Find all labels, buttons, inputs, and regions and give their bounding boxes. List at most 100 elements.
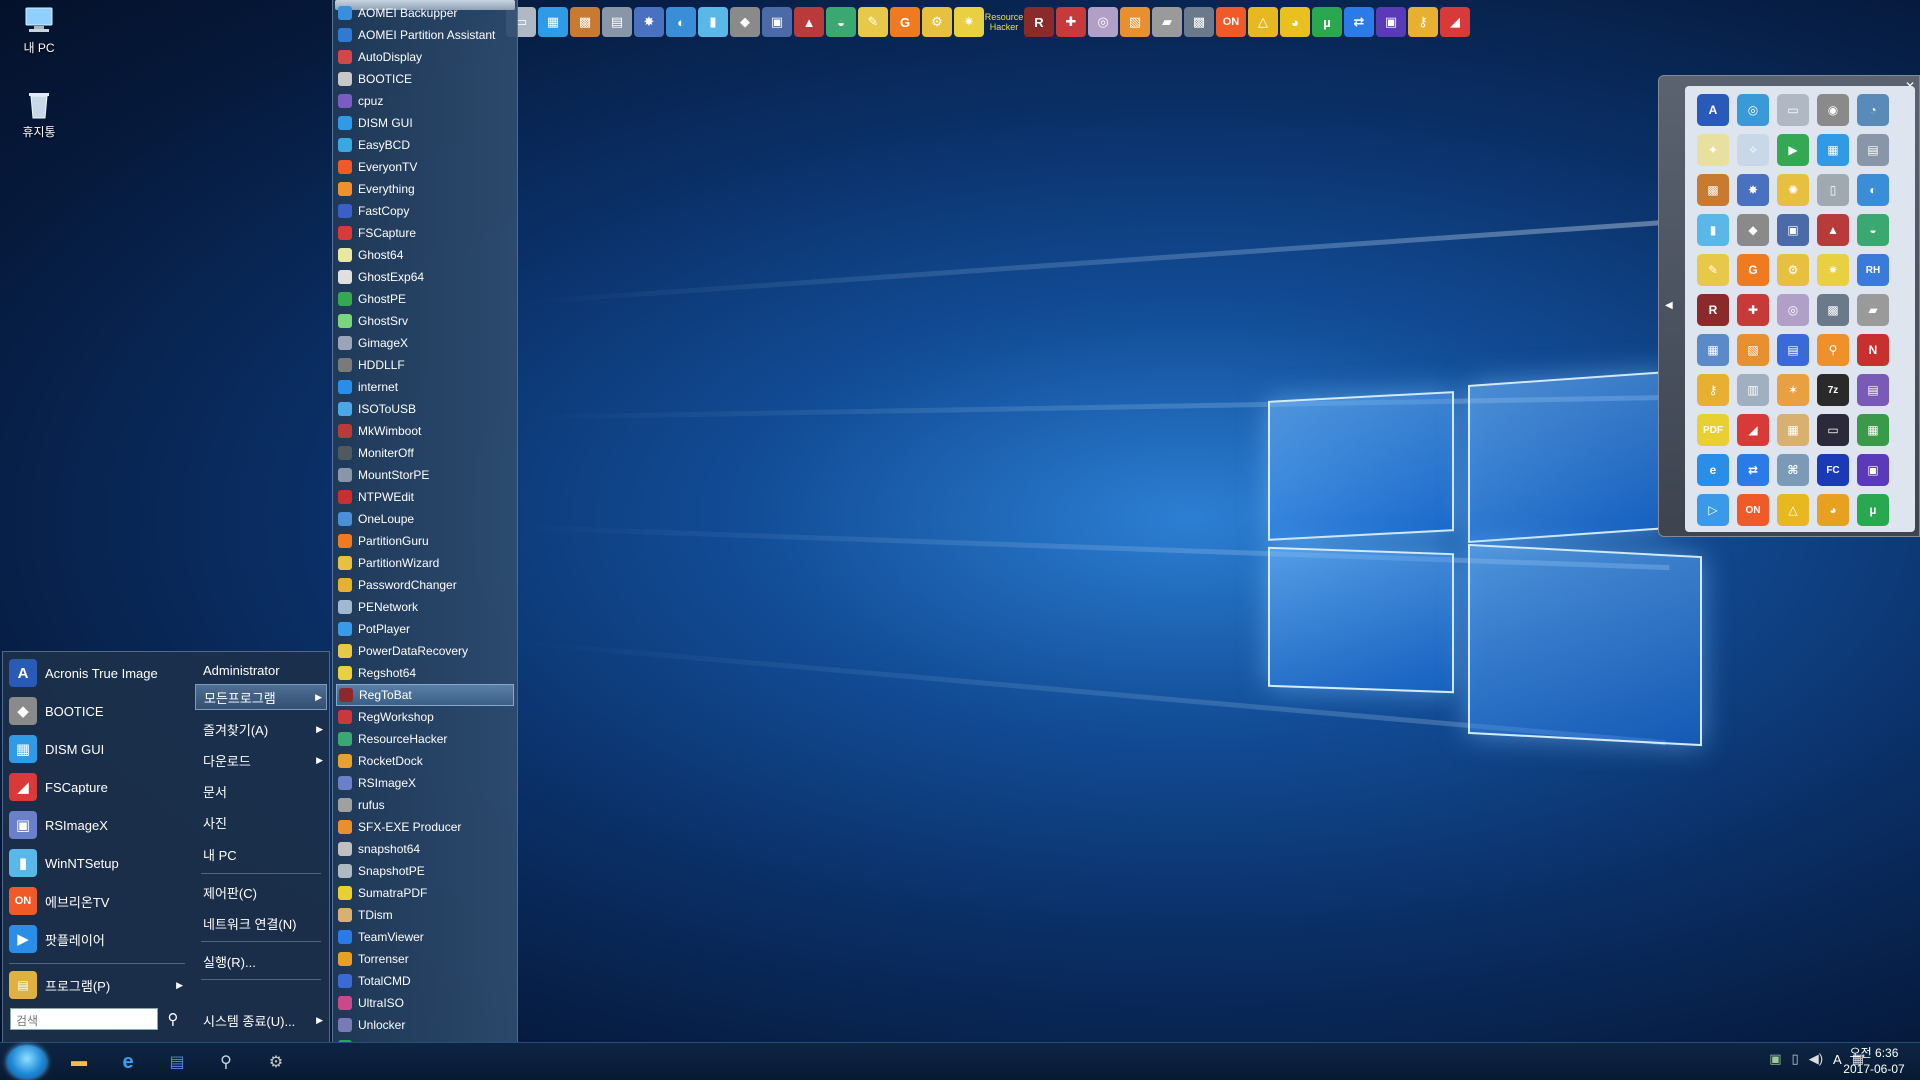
aomei-icon[interactable]: ◎: [1737, 94, 1769, 126]
program-item[interactable]: GimageX: [336, 332, 514, 354]
search-icon[interactable]: ⚲: [162, 1008, 184, 1030]
program-item[interactable]: cpuz: [336, 90, 514, 112]
program-item[interactable]: AutoDisplay: [336, 46, 514, 68]
program-item[interactable]: AOMEI Backupper: [336, 2, 514, 24]
program-item[interactable]: PowerDataRecovery: [336, 640, 514, 662]
program-item[interactable]: DISM GUI: [336, 112, 514, 134]
program-item[interactable]: PotPlayer: [336, 618, 514, 640]
program-item[interactable]: SumatraPDF: [336, 882, 514, 904]
colors-icon[interactable]: ▦: [1857, 414, 1889, 446]
teamviewer-icon[interactable]: ⇄: [1737, 454, 1769, 486]
regshot-icon[interactable]: ✷: [954, 7, 984, 37]
program-item[interactable]: snapshot64: [336, 838, 514, 860]
start-button[interactable]: [7, 1045, 47, 1079]
program-item[interactable]: PasswordChanger: [336, 574, 514, 596]
torrenser-icon[interactable]: ◕: [1280, 7, 1310, 37]
program-item[interactable]: GhostPE: [336, 288, 514, 310]
potplayer-icon[interactable]: ▷: [1697, 494, 1729, 526]
ssd-icon[interactable]: ▩: [1184, 7, 1214, 37]
phone-icon[interactable]: ▮: [1697, 214, 1729, 246]
program-item[interactable]: NTPWEdit: [336, 486, 514, 508]
books-icon[interactable]: ▤: [1857, 374, 1889, 406]
everyontv-icon[interactable]: ON: [1737, 494, 1769, 526]
volume-icon[interactable]: ◀): [1809, 1051, 1823, 1067]
program-item[interactable]: internet: [336, 376, 514, 398]
regtobat-icon[interactable]: R: [1697, 294, 1729, 326]
downloads-link[interactable]: 다운로드 ▶: [195, 747, 327, 773]
partguru-icon[interactable]: G: [1737, 254, 1769, 286]
partitionguru-icon[interactable]: G: [890, 7, 920, 37]
rufus-icon[interactable]: ▰: [1857, 294, 1889, 326]
fscapture-icon[interactable]: ◢: [1737, 414, 1769, 446]
bootice-icon[interactable]: ◆: [730, 7, 760, 37]
program-item[interactable]: RegWorkshop: [336, 706, 514, 728]
drive2-icon[interactable]: ◐: [666, 7, 696, 37]
program-item[interactable]: EasyBCD: [336, 134, 514, 156]
fscapture-icon[interactable]: ◢: [1440, 7, 1470, 37]
trash-icon[interactable]: ▥: [1737, 374, 1769, 406]
program-item[interactable]: TeamViewer: [336, 926, 514, 948]
search-icon[interactable]: ⚲: [1817, 334, 1849, 366]
box-icon[interactable]: ▩: [1697, 174, 1729, 206]
utorrent-icon[interactable]: µ: [1857, 494, 1889, 526]
network-tray-icon[interactable]: ▣: [1769, 1051, 1781, 1067]
everyontv-icon[interactable]: ON: [1216, 7, 1246, 37]
alfa-icon[interactable]: △: [1777, 494, 1809, 526]
save-icon[interactable]: ▤: [1777, 334, 1809, 366]
program-item[interactable]: PartitionGuru: [336, 530, 514, 552]
disc-icon[interactable]: ◎: [1777, 294, 1809, 326]
program-item[interactable]: TotalCMD: [336, 970, 514, 992]
program-item[interactable]: MountStorPE: [336, 464, 514, 486]
windows-icon[interactable]: ▦: [1817, 134, 1849, 166]
run-link[interactable]: 실행(R)...: [195, 948, 327, 974]
parrot-icon[interactable]: ◒: [1857, 214, 1889, 246]
internet-explorer-icon[interactable]: e: [115, 1050, 141, 1074]
program-item[interactable]: MoniterOff: [336, 442, 514, 464]
save-icon[interactable]: ▤: [164, 1050, 190, 1074]
resource-hacker-icon[interactable]: Resource Hacker: [985, 7, 1024, 37]
sfx-icon[interactable]: ▧: [1120, 7, 1150, 37]
bootice-icon[interactable]: ◆: [1737, 214, 1769, 246]
program-item[interactable]: Ghost64: [336, 244, 514, 266]
pictures-link[interactable]: 사진: [195, 809, 327, 835]
key-icon[interactable]: ⚷: [1408, 7, 1438, 37]
program-item[interactable]: GhostExp64: [336, 266, 514, 288]
program-item[interactable]: Regshot64: [336, 662, 514, 684]
pinned-app[interactable]: ON 에브리온TV: [9, 884, 187, 918]
regtobat-icon[interactable]: R: [1024, 7, 1054, 37]
mkwimboot-icon[interactable]: ▲: [794, 7, 824, 37]
teamviewer-icon[interactable]: ⇄: [1344, 7, 1374, 37]
tool-icon[interactable]: ⚙: [263, 1050, 289, 1074]
hdd-icon[interactable]: ▭: [1777, 94, 1809, 126]
program-item[interactable]: RocketDock: [336, 750, 514, 772]
usb-icon[interactable]: ▯: [1817, 174, 1849, 206]
pinned-app[interactable]: ▦ DISM GUI: [9, 732, 187, 766]
program-item[interactable]: Torrenser: [336, 948, 514, 970]
program-item[interactable]: OneLoupe: [336, 508, 514, 530]
desktop-icon-recycle-bin[interactable]: 휴지통: [2, 90, 76, 140]
program-item[interactable]: PENetwork: [336, 596, 514, 618]
windows-icon[interactable]: ▦: [538, 7, 568, 37]
ghost1-icon[interactable]: ✦: [1697, 134, 1729, 166]
program-item[interactable]: GhostSrv: [336, 310, 514, 332]
parrot-icon[interactable]: ◒: [826, 7, 856, 37]
pinned-app[interactable]: ▮ WinNTSetup: [9, 846, 187, 880]
program-item[interactable]: MkWimboot: [336, 420, 514, 442]
disc-icon[interactable]: ◎: [1088, 7, 1118, 37]
key-icon[interactable]: ⚷: [1697, 374, 1729, 406]
program-item[interactable]: PartitionWizard: [336, 552, 514, 574]
pdf-icon[interactable]: PDF: [1697, 414, 1729, 446]
ie-icon[interactable]: e: [1697, 454, 1729, 486]
pc-icon[interactable]: ▣: [1777, 214, 1809, 246]
box-icon[interactable]: ▩: [570, 7, 600, 37]
program-item[interactable]: RegToBat: [336, 684, 514, 706]
monitor-icon[interactable]: ▭: [1817, 414, 1849, 446]
torrenser-icon[interactable]: ◕: [1817, 494, 1849, 526]
drive-icon[interactable]: ▤: [1857, 134, 1889, 166]
desktop-icon-this-pc[interactable]: 내 PC: [2, 6, 76, 56]
control-panel-link[interactable]: 제어판(C): [195, 879, 327, 905]
program-item[interactable]: rufus: [336, 794, 514, 816]
file-explorer-icon[interactable]: ▬: [66, 1050, 92, 1074]
pinned-app[interactable]: ◆ BOOTICE: [9, 694, 187, 728]
tdism-icon[interactable]: ▦: [1777, 414, 1809, 446]
